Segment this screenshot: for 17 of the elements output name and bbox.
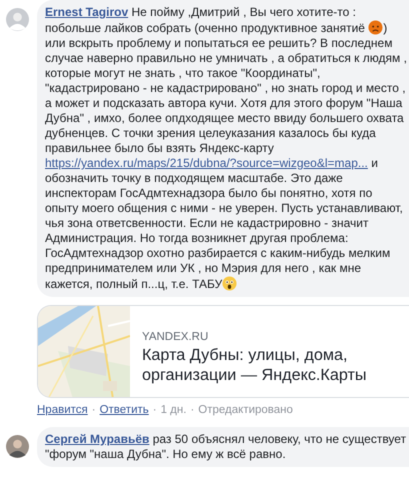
reply-link[interactable]: Ответить [100, 403, 149, 418]
url-link[interactable]: https://yandex.ru/maps/215/dubna/?source=wizgeo&l=map... [45, 156, 368, 170]
edited-label: Отредактировано [198, 403, 293, 418]
comment-text: Ernest Tagirov Не пойму ,Дмитрий , Вы чего хотите-то : побольше лайков собрать (оченно продуктивное занятиё ) или вскрыть проблему и попытаться ее решить? В последнем случае наверно правильно не умничать , а обратиться к людям , которые могут не знать , что такое "Координаты", "кадастрировано - не кадастрировано" , но знать город и место , а может и подсказать автора кучи. Хотя для этого форум "Наша Дубна" , имхо, более опдходящее место ввиду большего охвата дубненцев. С точки зрения целеуказания казалось бы куда правильнее было бы взять Яндекс-карту https://yandex.ru/maps/215/dubna/?source=wizgeo&l=map... и обозначить точку в подходящем масштабе. Это даже инспекторам ГосАдмтехнадзора было бы понятно, хотя по опыту моего общения с ними - не уверен. Пусть устанавливают, чья зона ответсвенности. Если не кадастрировно - значит Администрация. Но тогда возникнет другая проблема: ГосАдмтехнадзор охотно разбирается с каким-нибудь мелким предпринимателем или УК , но Мэрия для него , как мне кажется, полный п...ц, т.е. ТАБУ [45, 5, 407, 292]
avatar[interactable] [6, 435, 29, 458]
source-domain: YANDEX.RU [142, 330, 210, 345]
comment-text: Сергей Муравьёв раз 50 объяснял человеку, что не существует "форум "наша Дубна". Но ему ж всё равно. [45, 432, 407, 462]
author-name[interactable]: Сергей Муравьёв [45, 432, 150, 446]
separator-dot: · [152, 403, 157, 418]
like-link[interactable]: Нравится [37, 403, 88, 418]
shocked-emoji-icon [222, 276, 238, 291]
author-name[interactable]: Ernest Tagirov [45, 5, 128, 19]
preview-title: Карта Дубны: улицы, дома, организации — Яндекс.Карты [142, 345, 368, 385]
separator-dot: · [92, 403, 96, 418]
separator-dot: · [190, 403, 194, 418]
link-preview-card[interactable]: YANDEX.RU Карта Дубны: улицы, дома, организации — Яндекс.Карты [37, 305, 409, 398]
angry-emoji-icon [368, 20, 384, 35]
